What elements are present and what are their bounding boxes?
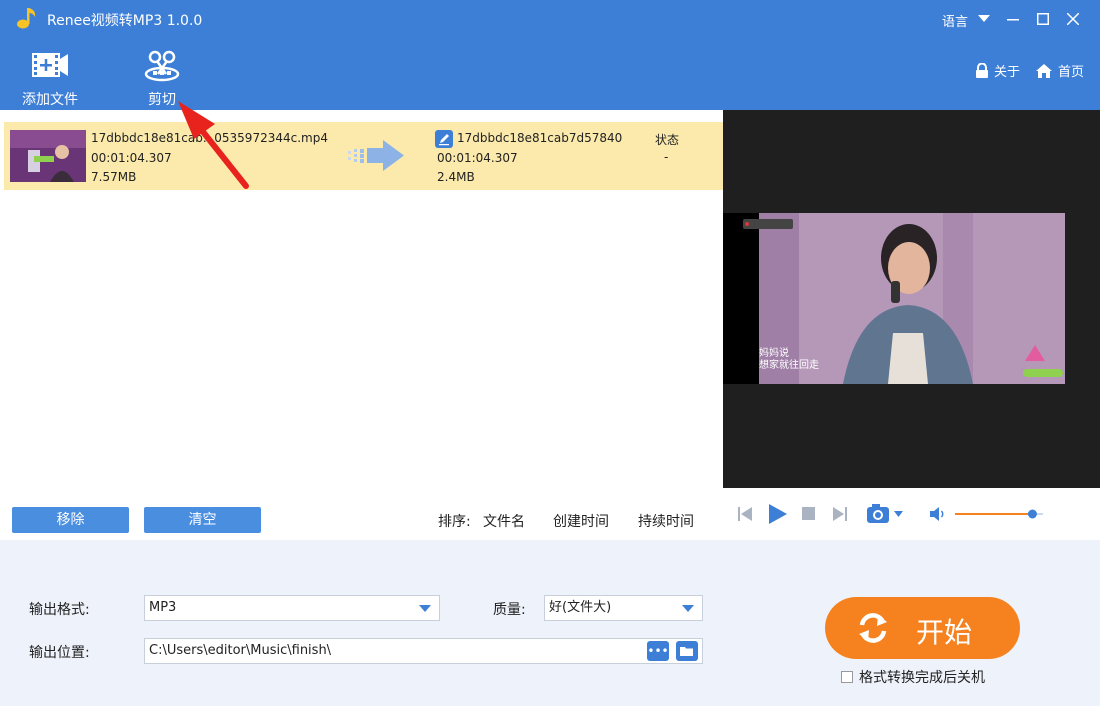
start-button[interactable]: 开始 xyxy=(825,597,1020,659)
quality-select[interactable]: 好(文件大) xyxy=(544,595,703,621)
snapshot-camera-icon[interactable] xyxy=(866,503,892,525)
chevron-down-icon xyxy=(682,605,694,612)
clear-button[interactable]: 清空 xyxy=(144,507,261,533)
shutdown-checkbox[interactable] xyxy=(841,671,853,683)
output-format-select[interactable]: MP3 xyxy=(144,595,440,621)
add-file-button[interactable]: 添加文件 xyxy=(14,38,86,110)
quality-label: 质量: xyxy=(493,602,526,618)
output-duration: 00:01:04.307 xyxy=(437,151,518,165)
add-video-file-icon xyxy=(32,53,68,77)
home-icon xyxy=(1036,63,1052,78)
add-file-label: 添加文件 xyxy=(22,92,78,108)
cut-label: 剪切 xyxy=(148,92,176,108)
snapshot-dropdown-icon[interactable] xyxy=(894,511,903,517)
stop-icon[interactable] xyxy=(802,507,815,520)
browse-more-icon[interactable]: ••• xyxy=(647,641,669,661)
language-dropdown-icon[interactable] xyxy=(971,6,997,32)
caption-line-2: 想家就往回走 xyxy=(759,358,819,371)
list-controls: 移除 清空 排序: 文件名 创建时间 持续时间 xyxy=(0,502,722,540)
output-format-label: 输出格式: xyxy=(29,602,90,618)
play-icon[interactable] xyxy=(768,503,788,525)
minimize-button[interactable] xyxy=(1000,6,1026,32)
output-size: 2.4MB xyxy=(437,170,475,184)
maximize-button[interactable] xyxy=(1030,6,1056,32)
video-frame: 妈妈说 想家就往回走 xyxy=(723,213,1065,384)
shutdown-after-conversion[interactable]: 格式转换完成后关机 xyxy=(841,667,985,687)
title-bar: Renee视频转MP3 1.0.0 语言 xyxy=(0,0,1100,38)
output-location-field[interactable]: C:\Users\editor\Music\finish\ ••• xyxy=(144,638,703,664)
refresh-icon xyxy=(859,613,887,643)
next-icon[interactable] xyxy=(832,506,848,522)
caption-line-1: 妈妈说 xyxy=(759,346,789,359)
chevron-down-icon xyxy=(419,605,431,612)
output-format-value: MP3 xyxy=(149,600,177,615)
toolbar: 添加文件 剪切 关于 首页 xyxy=(0,38,1100,110)
home-label: 首页 xyxy=(1058,65,1085,80)
quality-value: 好(文件大) xyxy=(549,600,612,615)
sort-by-created-time[interactable]: 创建时间 xyxy=(553,511,609,531)
language-menu[interactable]: 语言 xyxy=(942,11,968,30)
source-file-name: 17dbbdc18e81cab...0535972344c.mp4 xyxy=(91,131,328,145)
output-file-name: 17dbbdc18e81cab7d57840 xyxy=(457,131,623,145)
sort-label: 排序: xyxy=(438,514,471,530)
close-button[interactable] xyxy=(1060,6,1086,32)
output-settings-panel: 输出格式: MP3 质量: 好(文件大) 输出位置: C:\Users\edit… xyxy=(0,540,1100,706)
previous-icon[interactable] xyxy=(737,506,753,522)
file-list: 17dbbdc18e81cab...0535972344c.mp4 00:01:… xyxy=(2,110,723,502)
open-folder-icon[interactable] xyxy=(676,641,698,661)
volume-slider[interactable] xyxy=(955,507,1045,521)
start-label: 开始 xyxy=(916,616,973,649)
volume-icon[interactable] xyxy=(929,506,947,522)
about-link[interactable]: 关于 xyxy=(975,61,1020,80)
status-header: 状态 xyxy=(655,133,680,147)
source-size: 7.57MB xyxy=(91,170,137,184)
home-link[interactable]: 首页 xyxy=(1035,61,1084,80)
output-location-label: 输出位置: xyxy=(29,645,90,661)
video-preview: 妈妈说 想家就往回走 xyxy=(723,110,1100,488)
music-note-logo-icon xyxy=(17,8,36,29)
lock-icon xyxy=(976,62,988,78)
output-location-value: C:\Users\editor\Music\finish\ xyxy=(149,643,332,658)
file-row[interactable]: 17dbbdc18e81cab...0535972344c.mp4 00:01:… xyxy=(4,122,723,190)
scissors-icon xyxy=(144,50,180,82)
player-controls xyxy=(723,488,1100,540)
video-thumbnail xyxy=(10,130,86,182)
app-title: Renee视频转MP3 1.0.0 xyxy=(47,13,203,29)
status-value: - xyxy=(664,150,669,164)
sort-by-duration[interactable]: 持续时间 xyxy=(638,511,694,531)
shutdown-label: 格式转换完成后关机 xyxy=(859,670,985,686)
cut-button[interactable]: 剪切 xyxy=(130,38,194,110)
edit-output-name-icon[interactable] xyxy=(435,130,453,148)
convert-arrow-icon xyxy=(348,140,404,171)
sort-by-filename[interactable]: 文件名 xyxy=(483,511,525,531)
remove-button[interactable]: 移除 xyxy=(12,507,129,533)
source-duration: 00:01:04.307 xyxy=(91,151,172,165)
about-label: 关于 xyxy=(994,65,1021,80)
